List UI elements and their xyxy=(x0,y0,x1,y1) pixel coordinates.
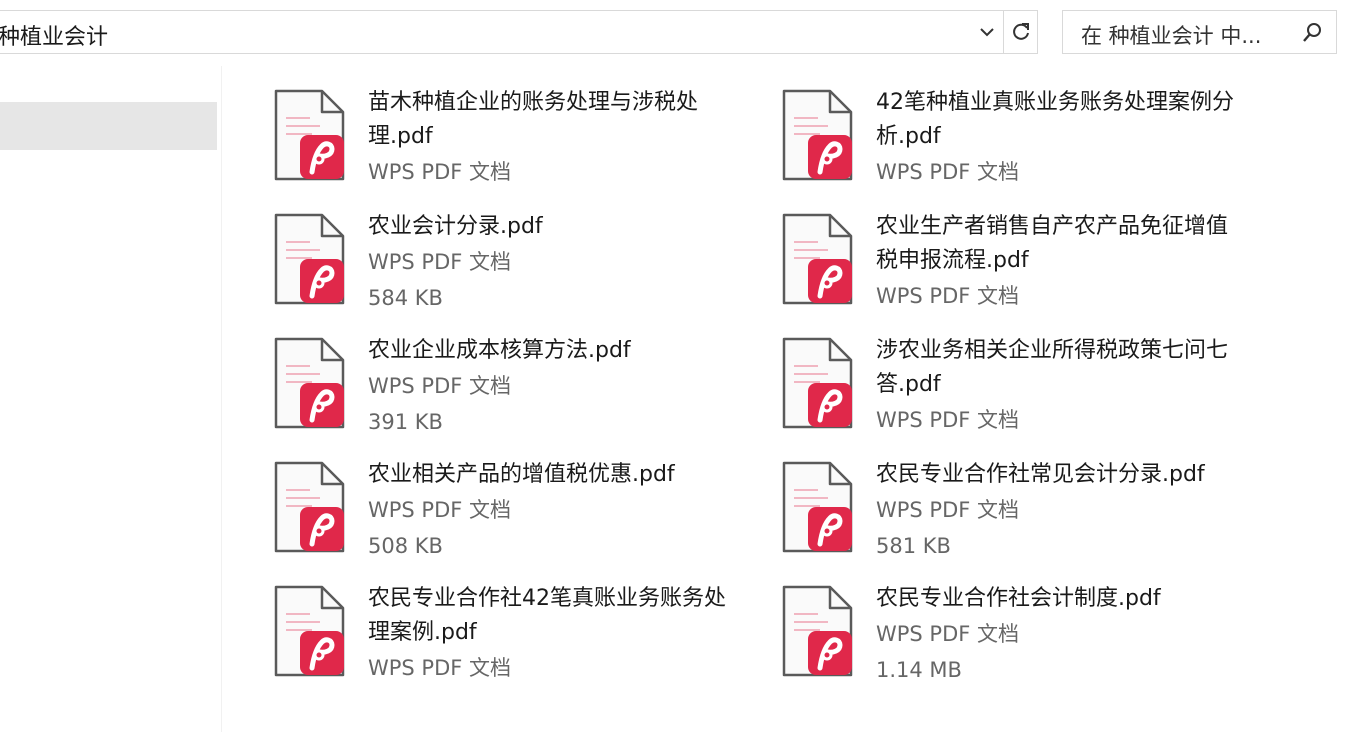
pdf-file-icon xyxy=(782,461,853,553)
pdf-file-icon xyxy=(274,89,345,181)
file-name: 涉农业务相关企业所得税政策七问七答.pdf xyxy=(876,338,1229,397)
refresh-icon xyxy=(1012,23,1029,40)
file-type: WPS PDF 文档 xyxy=(876,160,1020,184)
file-item[interactable]: 农民专业合作社会计制度.pdf WPS PDF 文档 1.14 MB xyxy=(730,562,1230,682)
file-type: WPS PDF 文档 xyxy=(876,622,1020,646)
pdf-file-icon xyxy=(782,213,853,305)
file-size: 1.14 MB xyxy=(876,658,962,682)
file-size: 508 KB xyxy=(368,534,443,558)
file-item[interactable]: 涉农业务相关企业所得税政策七问七答.pdf WPS PDF 文档 xyxy=(730,314,1230,432)
address-path[interactable]: 种植业会计 xyxy=(0,19,108,51)
file-item[interactable]: 42笔种植业真账业务账务处理案例分析.pdf WPS PDF 文档 xyxy=(730,66,1234,184)
file-name: 苗木种植企业的账务处理与涉税处理.pdf xyxy=(368,90,699,149)
refresh-button[interactable] xyxy=(1004,10,1038,54)
file-name: 农民专业合作社常见会计分录.pdf xyxy=(876,462,1205,487)
file-name: 农业相关产品的增值税优惠.pdf xyxy=(368,462,675,487)
file-size: 581 KB xyxy=(876,534,951,558)
file-item[interactable]: 农业会计分录.pdf WPS PDF 文档 584 KB xyxy=(222,190,722,310)
pdf-file-icon xyxy=(274,585,345,677)
pdf-file-icon xyxy=(274,337,345,429)
file-type: WPS PDF 文档 xyxy=(368,374,512,398)
file-item[interactable]: 农民专业合作社常见会计分录.pdf WPS PDF 文档 581 KB xyxy=(730,438,1230,558)
file-name: 农民专业合作社42笔真账业务账务处理案例.pdf xyxy=(368,586,726,645)
chevron-down-icon[interactable] xyxy=(971,11,1003,53)
search-placeholder: 在 种植业会计 中... xyxy=(1081,24,1262,48)
file-type: WPS PDF 文档 xyxy=(368,250,512,274)
file-name: 农业会计分录.pdf xyxy=(368,214,543,239)
address-bar[interactable]: 种植业会计 xyxy=(0,10,1004,54)
search-box[interactable]: 在 种植业会计 中... xyxy=(1062,10,1337,54)
pdf-file-icon xyxy=(782,89,853,181)
file-item[interactable]: 农业相关产品的增值税优惠.pdf WPS PDF 文档 508 KB xyxy=(222,438,722,558)
file-item[interactable]: 苗木种植企业的账务处理与涉税处理.pdf WPS PDF 文档 xyxy=(222,66,722,184)
pdf-file-icon xyxy=(274,461,345,553)
navigation-pane xyxy=(0,66,222,732)
file-type: WPS PDF 文档 xyxy=(368,656,512,680)
nav-selected-item[interactable] xyxy=(0,102,217,150)
pdf-file-icon xyxy=(782,337,853,429)
top-bar: 种植业会计 在 种植业会计 中... xyxy=(0,0,1356,66)
file-name: 农业企业成本核算方法.pdf xyxy=(368,338,631,363)
file-size: 584 KB xyxy=(368,286,443,310)
file-name: 农民专业合作社会计制度.pdf xyxy=(876,586,1161,611)
file-type: WPS PDF 文档 xyxy=(368,498,512,522)
file-type: WPS PDF 文档 xyxy=(876,408,1020,432)
file-item[interactable]: 农业生产者销售自产农产品免征增值税申报流程.pdf WPS PDF 文档 xyxy=(730,190,1230,308)
pdf-file-icon xyxy=(782,585,853,677)
file-type: WPS PDF 文档 xyxy=(368,160,512,184)
file-grid: 苗木种植企业的账务处理与涉税处理.pdf WPS PDF 文档 42笔种植业真账… xyxy=(222,66,1356,732)
file-type: WPS PDF 文档 xyxy=(876,284,1020,308)
file-name: 农业生产者销售自产农产品免征增值税申报流程.pdf xyxy=(876,214,1229,273)
file-type: WPS PDF 文档 xyxy=(876,498,1020,522)
file-item[interactable]: 农民专业合作社42笔真账业务账务处理案例.pdf WPS PDF 文档 xyxy=(222,562,726,680)
file-item[interactable]: 农业企业成本核算方法.pdf WPS PDF 文档 391 KB xyxy=(222,314,722,434)
file-name: 42笔种植业真账业务账务处理案例分析.pdf xyxy=(876,90,1234,149)
search-icon[interactable] xyxy=(1300,21,1324,45)
file-size: 391 KB xyxy=(368,410,443,434)
pdf-file-icon xyxy=(274,213,345,305)
